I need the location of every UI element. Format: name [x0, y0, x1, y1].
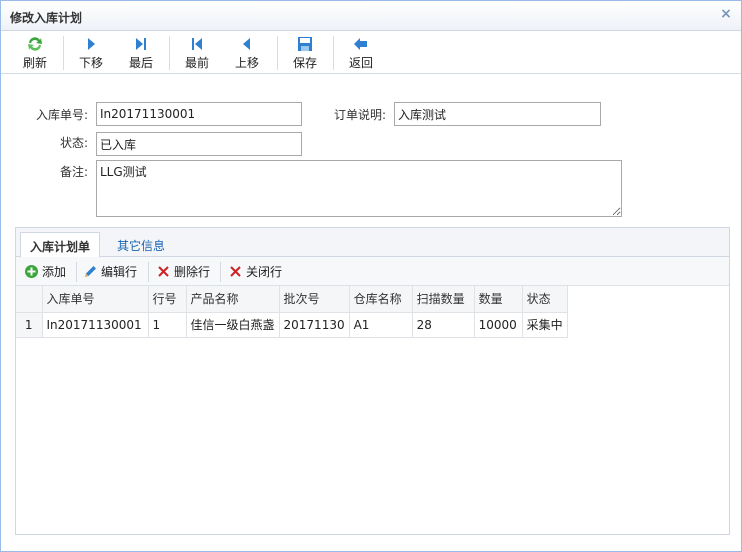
order-no-label: 入库单号:: [35, 108, 88, 122]
table-cell[interactable]: 采集中: [522, 312, 568, 338]
refresh-icon: [28, 37, 42, 51]
last-button[interactable]: 最后: [123, 35, 159, 71]
order-desc-input[interactable]: [394, 102, 601, 126]
status-label: 状态:: [59, 136, 88, 150]
refresh-label: 刷新: [22, 56, 47, 70]
add-row-label: 添加: [42, 265, 67, 279]
delete-row-label: 删除行: [174, 265, 211, 279]
close-x-icon: [230, 266, 241, 277]
tab-inbound-plan[interactable]: 入库计划单: [20, 232, 101, 258]
edit-row-button[interactable]: 编辑行: [83, 263, 137, 281]
prev-button[interactable]: 上移: [229, 35, 265, 71]
close-row-label: 关闭行: [246, 265, 283, 279]
table-cell[interactable]: 28: [412, 312, 475, 338]
tab-other-info[interactable]: 其它信息: [108, 232, 174, 257]
edit-row-label: 编辑行: [101, 265, 138, 279]
column-header[interactable]: 产品名称: [186, 286, 280, 313]
toolbar-separator: [277, 36, 278, 70]
last-arrow-icon: [136, 38, 146, 50]
back-arrow-icon: [354, 38, 367, 50]
rownum-header: [16, 286, 43, 313]
grid-toolbar-separator: [148, 262, 149, 282]
prev-arrow-icon: [243, 38, 250, 50]
grid-toolbar: 添加 编辑行 删除行 关闭行: [16, 257, 729, 286]
column-header[interactable]: 数量: [474, 286, 523, 313]
table-cell[interactable]: 1: [148, 312, 187, 338]
table-cell[interactable]: 10000: [474, 312, 523, 338]
main-toolbar: 刷新 下移 最后 最前 上移 保存 返回: [1, 31, 741, 74]
inbound-plan-grid: 入库单号 行号 产品名称 批次号 仓库名称 扫描数量 数量 状态 1 In201…: [16, 286, 568, 338]
last-label: 最后: [128, 56, 153, 70]
delete-x-icon: [158, 266, 169, 277]
column-header[interactable]: 状态: [522, 286, 568, 313]
column-header[interactable]: 批次号: [279, 286, 350, 313]
back-label: 返回: [348, 56, 373, 70]
grid-toolbar-separator: [76, 262, 77, 282]
next-arrow-icon: [88, 38, 95, 50]
grid-toolbar-separator: [220, 262, 221, 282]
toolbar-separator: [63, 36, 64, 70]
column-header[interactable]: 行号: [148, 286, 187, 313]
toolbar-separator: [333, 36, 334, 70]
table-cell[interactable]: 20171130: [279, 312, 350, 338]
grid-header-row: 入库单号 行号 产品名称 批次号 仓库名称 扫描数量 数量 状态: [16, 286, 568, 313]
remark-label: 备注:: [59, 165, 88, 179]
table-cell[interactable]: 佳信一级白燕盏: [186, 312, 280, 338]
next-button[interactable]: 下移: [73, 35, 109, 71]
edit-inbound-plan-window: 修改入库计划 × 刷新 下移 最后 最前 上移 保存 返回 入库单号: In20…: [0, 0, 742, 552]
add-row-button[interactable]: 添加: [24, 263, 66, 281]
window-title: 修改入库计划: [10, 11, 83, 25]
table-cell[interactable]: In20171130001: [42, 312, 149, 338]
table-row[interactable]: 1 In20171130001 1 佳信一级白燕盏 20171130 A1 28…: [16, 312, 568, 338]
pencil-icon: [85, 266, 96, 277]
column-header[interactable]: 入库单号: [42, 286, 149, 313]
next-label: 下移: [78, 56, 103, 70]
add-icon: [25, 265, 38, 278]
tab-strip: 入库计划单 其它信息: [16, 228, 729, 258]
order-no-input[interactable]: [96, 102, 302, 126]
save-button[interactable]: 保存: [287, 35, 323, 71]
prev-label: 上移: [234, 56, 259, 70]
table-cell[interactable]: A1: [349, 312, 413, 338]
close-icon[interactable]: ×: [719, 7, 733, 21]
toolbar-separator: [169, 36, 170, 70]
order-desc-label: 订单说明:: [333, 108, 386, 122]
row-number: 1: [16, 312, 43, 338]
status-input[interactable]: [96, 132, 302, 156]
save-icon: [298, 37, 312, 51]
remark-textarea[interactable]: LLG测试: [96, 160, 622, 217]
back-button[interactable]: 返回: [343, 35, 379, 71]
column-header[interactable]: 仓库名称: [349, 286, 413, 313]
window-titlebar: 修改入库计划 ×: [1, 1, 741, 31]
save-label: 保存: [292, 56, 317, 70]
delete-row-button[interactable]: 删除行: [156, 263, 210, 281]
detail-tab-panel: 入库计划单 其它信息 添加 编辑行 删除行 关闭行 入库单号 行号 产品名称 批…: [15, 227, 730, 535]
close-row-button[interactable]: 关闭行: [228, 263, 282, 281]
first-label: 最前: [184, 56, 209, 70]
first-button[interactable]: 最前: [179, 35, 215, 71]
first-arrow-icon: [192, 38, 202, 50]
refresh-button[interactable]: 刷新: [15, 35, 55, 71]
column-header[interactable]: 扫描数量: [412, 286, 475, 313]
